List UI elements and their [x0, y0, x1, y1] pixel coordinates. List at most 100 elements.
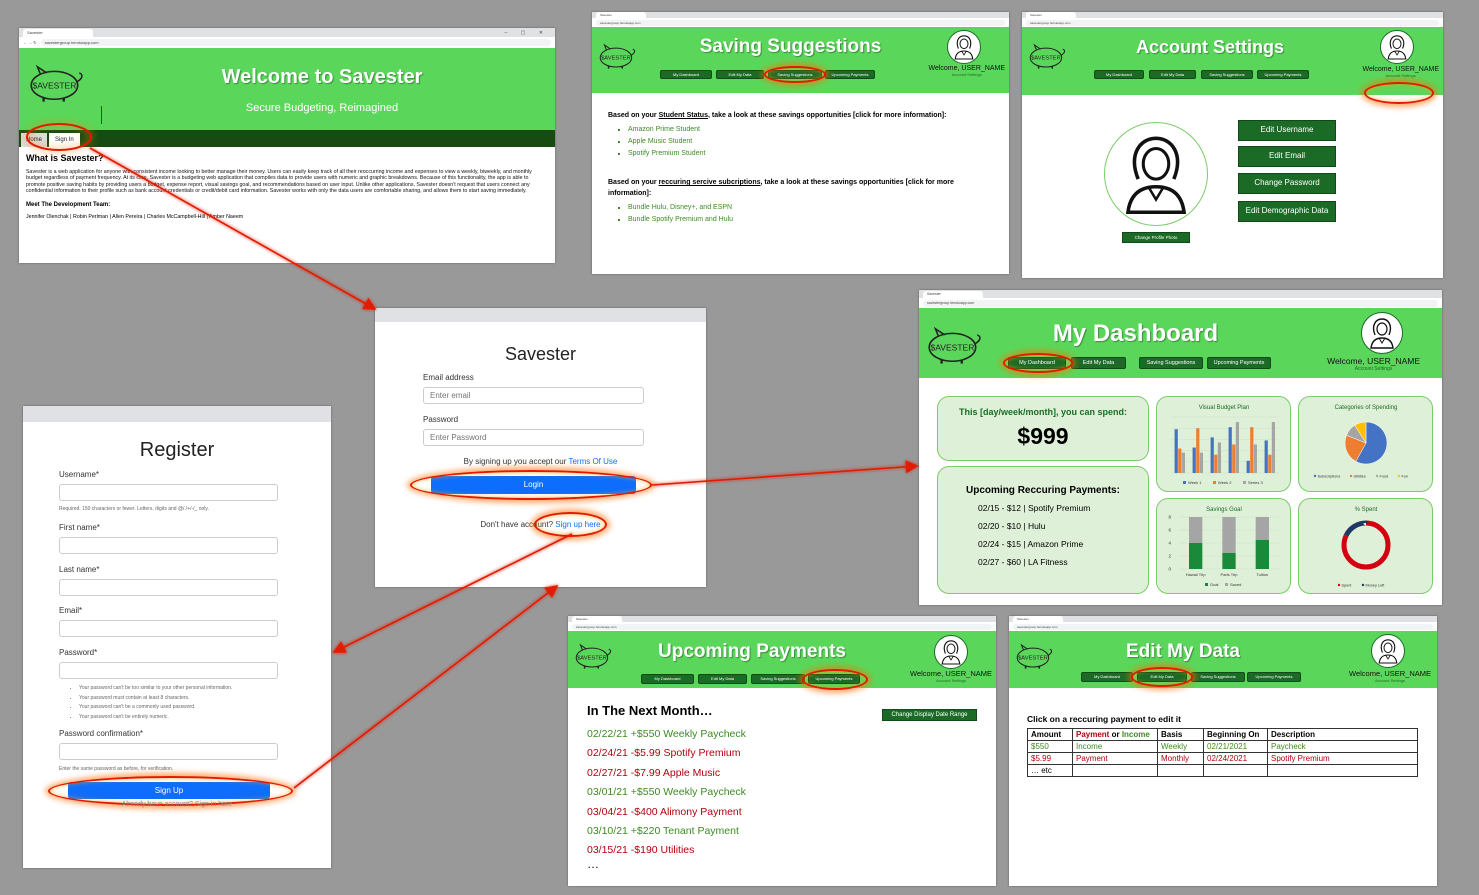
nav-edit-my-data[interactable]: Edit My Data	[716, 70, 764, 79]
nav-upcoming-payments[interactable]: Upcoming Payments	[1257, 70, 1309, 79]
payment-item[interactable]: 03/10/21 +$220 Tenant Payment	[587, 822, 746, 841]
nav-upcoming-payments[interactable]: Upcoming Payments	[1247, 672, 1301, 682]
account-settings-link[interactable]: Account Settings	[928, 72, 1005, 77]
terms-link[interactable]: Terms Of Use	[568, 457, 617, 466]
chart-title: Visual Budget Plan	[1199, 405, 1250, 411]
address-bar[interactable]: savestergroup.herokuapp.com	[1026, 19, 1439, 26]
account-settings-link[interactable]: Account Settings	[910, 678, 992, 683]
email-label: Email address	[423, 373, 474, 382]
welcome-page-panel: Savester – ▢ ✕ ← → ↻ savestergroup.heroku…	[19, 28, 555, 263]
account-settings-link[interactable]: Account Settings	[1362, 73, 1439, 78]
first-name-input[interactable]	[59, 537, 278, 554]
nav-my-dashboard[interactable]: My Dashboard	[1081, 672, 1133, 682]
nav-saving-suggestions[interactable]: Saving Suggestions	[1139, 357, 1203, 369]
col-type-or: or	[1109, 730, 1122, 739]
arrow-register-to-login	[293, 585, 559, 789]
list-item[interactable]: Bundle Hulu, Disney+, and ESPN	[628, 202, 993, 214]
browser-tab[interactable]: Savester	[923, 291, 983, 298]
address-bar[interactable]: savestergroup.herokuapp.com	[923, 299, 1438, 307]
nav-home[interactable]: Home	[21, 133, 48, 147]
legend-swatch	[1205, 583, 1208, 586]
window-controls-icon[interactable]: – ▢ ✕	[505, 30, 549, 36]
list-item[interactable]: Amazon Prime Student	[628, 124, 993, 136]
chart-bar	[1214, 454, 1218, 473]
nav-saving-suggestions[interactable]: Saving Suggestions	[1191, 672, 1245, 682]
list-item[interactable]: Apple Music Student	[628, 136, 993, 148]
list-item[interactable]: Spotify Premium Student	[628, 148, 993, 160]
password-input[interactable]	[423, 429, 644, 446]
last-name-input[interactable]	[59, 579, 278, 596]
col-description: Description	[1267, 728, 1418, 741]
payment-item[interactable]: 02/24/21 -$5.99 Spotify Premium	[587, 744, 746, 763]
payment-item[interactable]: 03/04/21 -$400 Alimony Payment	[587, 803, 746, 822]
legend-label: Utilities	[1354, 475, 1366, 479]
password-input[interactable]	[59, 662, 278, 679]
highlight-ring	[764, 66, 826, 83]
nav-sign-in[interactable]: Sign In	[49, 133, 80, 147]
username-input[interactable]	[59, 484, 278, 501]
change-password-button[interactable]: Change Password	[1238, 173, 1336, 194]
table-row[interactable]: $5.99 Payment Monthly 02/24/2021 Spotify Pre…	[1027, 752, 1418, 765]
chart-bar	[1250, 427, 1254, 473]
user-avatar-icon[interactable]	[1371, 634, 1405, 668]
browser-tab[interactable]: Savester	[596, 12, 646, 18]
edit-email-button[interactable]: Edit Email	[1238, 146, 1336, 167]
nav-arrows-icon[interactable]: ← → ↻	[23, 40, 37, 45]
nav-edit-my-data[interactable]: Edit My Data	[1071, 357, 1126, 369]
student-status-link[interactable]: Student Status	[659, 112, 708, 119]
account-settings-link[interactable]: Account Settings	[1327, 366, 1420, 372]
email-input[interactable]	[59, 620, 278, 637]
change-photo-button[interactable]: Change Profile Photo	[1122, 232, 1190, 243]
sign-in-link[interactable]: Already have account? Sign in here	[23, 801, 331, 808]
nav-my-dashboard[interactable]: My Dashboard	[660, 70, 712, 79]
confirm-input[interactable]	[59, 743, 278, 760]
browser-tab[interactable]: Savester	[1013, 616, 1063, 622]
nav-edit-my-data[interactable]: Edit My Data	[1149, 70, 1196, 79]
profile-photo-icon	[1104, 122, 1208, 226]
address-bar[interactable]: savestergroup.herokuapp.com	[1013, 623, 1433, 630]
chart-bar	[1235, 422, 1239, 473]
nav-upcoming-payments[interactable]: Upcoming Payments	[1207, 357, 1271, 369]
nav-my-dashboard[interactable]: My Dashboard	[1094, 70, 1144, 79]
intro-text: Based on your	[608, 112, 659, 119]
browser-tab[interactable]: Savester	[572, 616, 622, 622]
edit-demographic-button[interactable]: Edit Demographic Data	[1238, 201, 1336, 222]
nav-saving-suggestions[interactable]: Saving Suggestions	[1201, 70, 1253, 79]
col-amount: Amount	[1027, 728, 1073, 741]
subscriptions-link[interactable]: reccuring sercive subcriptions	[659, 179, 761, 186]
user-avatar-icon[interactable]	[947, 30, 981, 64]
legend-label: Week 2	[1218, 480, 1232, 485]
edit-username-button[interactable]: Edit Username	[1238, 120, 1336, 141]
nav-upcoming-payments[interactable]: Upcoming Payments	[825, 70, 875, 79]
payment-item[interactable]: 02/22/21 +$550 Weekly Paycheck	[587, 725, 746, 744]
payment-item[interactable]: 03/01/21 +$550 Weekly Paycheck	[587, 783, 746, 802]
nav-my-dashboard[interactable]: My Dashboard	[641, 674, 694, 684]
address-bar[interactable]: savestergroup.herokuapp.com	[572, 623, 992, 630]
user-avatar-icon[interactable]	[1380, 30, 1414, 64]
nav-saving-suggestions[interactable]: Saving Suggestions	[751, 674, 805, 684]
nav-edit-my-data[interactable]: Edit My Data	[698, 674, 747, 684]
user-avatar-icon[interactable]	[934, 635, 968, 669]
account-settings-link[interactable]: Account Settings	[1349, 678, 1431, 683]
table-cell: $5.99	[1027, 752, 1073, 765]
date-range-button[interactable]: Change Display Date Range	[882, 709, 977, 721]
legend-label: Week 1	[1188, 480, 1202, 485]
user-avatar-icon[interactable]	[1361, 312, 1403, 354]
list-item[interactable]: Bundle Spotify Premium and Hulu	[628, 214, 993, 226]
chart-bar	[1232, 444, 1236, 473]
email-input[interactable]	[423, 387, 644, 404]
spent-donut-chart: % Spent Spent Money Left	[1337, 507, 1391, 588]
address-bar[interactable]: savestergroup.herokuapp.com	[40, 39, 551, 46]
browser-tab[interactable]: Savester	[1026, 12, 1076, 18]
dashboard-page-panel: Savester savestergroup.herokuapp.com $AV…	[919, 290, 1442, 605]
payment-item[interactable]: 03/15/21 -$190 Utilities	[587, 841, 746, 860]
spent-chart-card: % Spent Spent Money Left	[1298, 498, 1433, 594]
payment-item[interactable]: 02/27/21 -$7.99 Apple Music	[587, 764, 746, 783]
address-bar[interactable]: savestergroup.herokuapp.com	[596, 19, 1005, 26]
browser-tab[interactable]: Savester	[23, 29, 93, 37]
table-cell: 02/21/2021	[1203, 740, 1268, 753]
table-row[interactable]: $550 Income Weekly 02/21/2021 Paycheck	[1027, 740, 1418, 753]
browser-chrome: Savester savestergroup.herokuapp.com	[1022, 12, 1443, 27]
budget-bar-chart: Visual Budget Plan Week 1 Week 2 Series 3	[1171, 405, 1279, 485]
team-list: Jennifer Olenchak | Robin Perlman | Alle…	[26, 214, 244, 221]
